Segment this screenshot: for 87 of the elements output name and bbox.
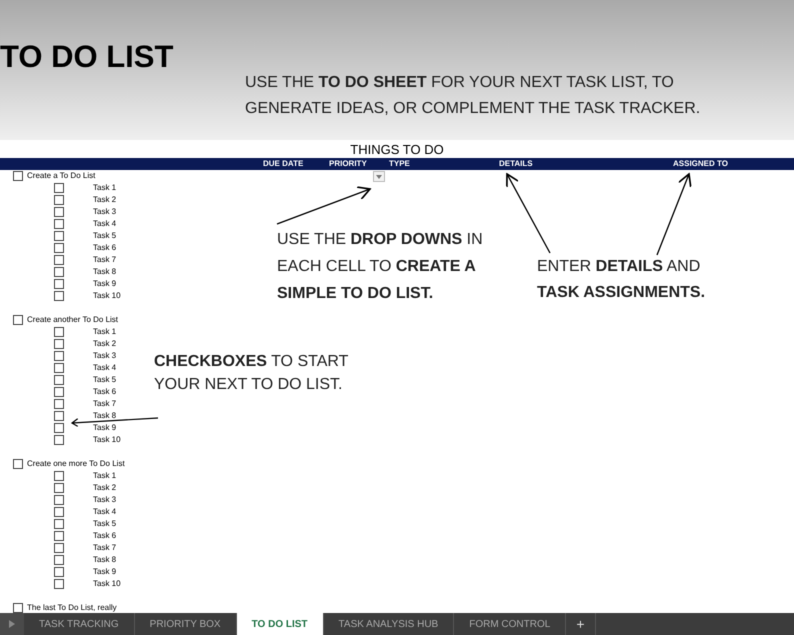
checkbox[interactable] — [54, 579, 64, 589]
task-label: Task 4 — [93, 220, 116, 228]
task-label: Task 10 — [93, 436, 121, 444]
sheet-tab[interactable]: TO DO LIST — [236, 613, 324, 635]
column-header: TYPE — [389, 158, 411, 170]
task-label: Task 1 — [93, 328, 116, 336]
task-label: Task 1 — [93, 472, 116, 480]
callout-text: CHECKBOXES TO START YOUR NEXT TO DO LIST. — [154, 352, 348, 395]
task-label: Task 1 — [93, 184, 116, 192]
task-label: Task 3 — [93, 208, 116, 216]
checkbox[interactable] — [54, 435, 64, 445]
task-label: Task 4 — [93, 508, 116, 516]
list-title: Create one more To Do List — [27, 458, 125, 470]
task-label: Task 5 — [93, 232, 116, 240]
task-label: Task 8 — [93, 556, 116, 564]
checkbox[interactable] — [54, 219, 64, 229]
checkbox[interactable] — [54, 243, 64, 253]
task-label: Task 6 — [93, 532, 116, 540]
sheet-tab[interactable]: TASK ANALYSIS HUB — [324, 613, 454, 635]
task-label: Task 8 — [93, 268, 116, 276]
checkbox[interactable] — [54, 567, 64, 577]
sheet-heading: THINGS TO DO — [350, 141, 444, 158]
task-label: Task 7 — [93, 544, 116, 552]
checkbox[interactable] — [13, 603, 23, 613]
task-label: Task 2 — [93, 340, 116, 348]
task-label: Task 7 — [93, 256, 116, 264]
task-label: Task 3 — [93, 496, 116, 504]
task-label: Task 10 — [93, 292, 121, 300]
checkbox[interactable] — [54, 507, 64, 517]
checkbox[interactable] — [13, 315, 23, 325]
task-label: Task 5 — [93, 376, 116, 384]
task-label: Task 4 — [93, 364, 116, 372]
checkbox[interactable] — [54, 339, 64, 349]
checkbox[interactable] — [54, 279, 64, 289]
dropdown-button[interactable] — [373, 171, 385, 182]
list-title: The last To Do List, really — [27, 602, 117, 614]
task-label: Task 2 — [93, 196, 116, 204]
column-header: DETAILS — [499, 158, 534, 170]
callout-text: USE THE DROP DOWNS IN EACH CELL TO CREATE A SIMPLE TO DO LIST. — [277, 230, 483, 304]
checkbox[interactable] — [54, 411, 64, 421]
list-title: Create a To Do List — [27, 170, 96, 182]
checkbox[interactable] — [54, 195, 64, 205]
column-header: PRIORITY — [329, 158, 368, 170]
task-label: Task 8 — [93, 412, 116, 420]
checkbox[interactable] — [54, 183, 64, 193]
checkbox[interactable] — [54, 387, 64, 397]
checkbox[interactable] — [54, 543, 64, 553]
checkbox[interactable] — [54, 483, 64, 493]
task-label: Task 9 — [93, 424, 116, 432]
sheet-tab[interactable]: FORM CONTROL — [454, 613, 566, 635]
checkbox[interactable] — [54, 555, 64, 565]
task-label: Task 3 — [93, 352, 116, 360]
sheet-tab[interactable]: TASK TRACKING — [24, 613, 135, 635]
checkbox[interactable] — [54, 351, 64, 361]
checkbox[interactable] — [54, 255, 64, 265]
callout-text: ENTER DETAILS AND TASK ASSIGNMENTS. — [537, 257, 706, 303]
intro-text: USE THE TO DO SHEET FOR YOUR NEXT TASK LIST, TO GENERATE IDEAS, OR COMPLEMENT THE TASK TRACKER. — [245, 73, 700, 119]
column-header: ASSIGNED TO — [673, 158, 729, 170]
checkbox[interactable] — [54, 423, 64, 433]
caret-icon — [376, 174, 382, 178]
checkbox[interactable] — [54, 495, 64, 505]
checkbox[interactable] — [54, 471, 64, 481]
task-label: Task 6 — [93, 388, 116, 396]
checkbox[interactable] — [54, 531, 64, 541]
checkbox[interactable] — [54, 363, 64, 373]
checkbox[interactable] — [54, 519, 64, 529]
task-label: Task 6 — [93, 244, 116, 252]
add-sheet-button[interactable]: + — [566, 613, 596, 635]
checkbox[interactable] — [13, 459, 23, 469]
checkbox[interactable] — [54, 231, 64, 241]
play-icon — [9, 620, 15, 628]
task-label: Task 9 — [93, 280, 116, 288]
checkbox[interactable] — [54, 291, 64, 301]
task-label: Task 5 — [93, 520, 116, 528]
list-title: Create another To Do List — [27, 314, 118, 326]
task-label: Task 2 — [93, 484, 116, 492]
column-header: DUE DATE — [263, 158, 304, 170]
checkbox[interactable] — [54, 375, 64, 385]
checkbox[interactable] — [54, 267, 64, 277]
task-label: Task 7 — [93, 400, 116, 408]
checkbox[interactable] — [13, 171, 23, 181]
checkbox[interactable] — [54, 207, 64, 217]
task-label: Task 9 — [93, 568, 116, 576]
checkbox[interactable] — [54, 399, 64, 409]
page-title: TO DO LIST — [0, 38, 174, 76]
task-label: Task 10 — [93, 580, 121, 588]
checkbox[interactable] — [54, 327, 64, 337]
